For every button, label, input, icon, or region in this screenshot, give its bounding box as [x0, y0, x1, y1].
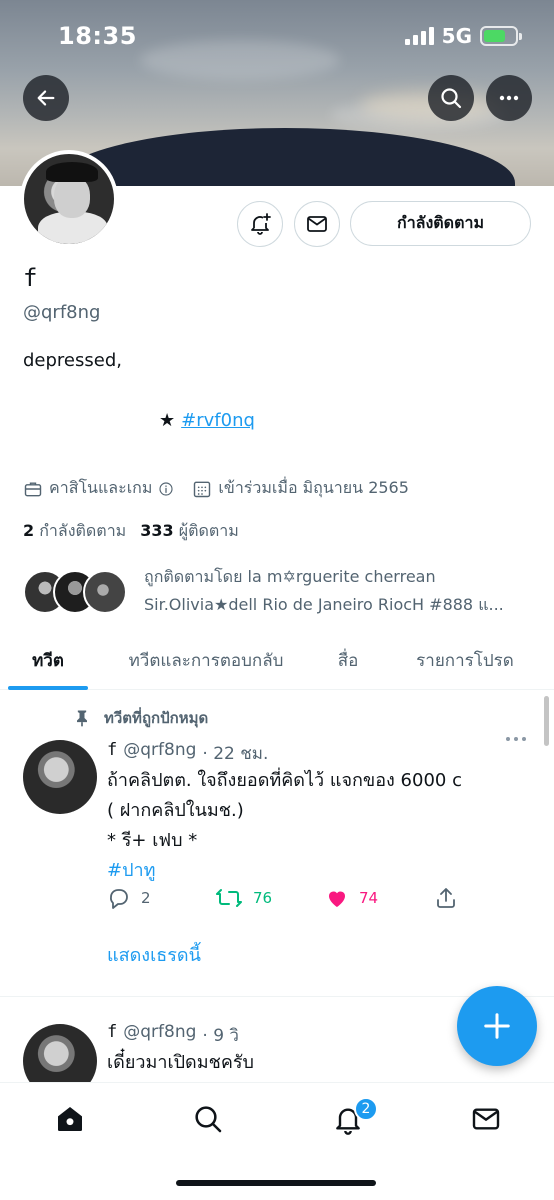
search-button[interactable] — [428, 75, 474, 121]
share-button[interactable] — [434, 886, 458, 910]
tweet-author-handle[interactable]: @qrf8ng — [123, 740, 196, 767]
tweet-time: · 22 ชม. — [202, 744, 269, 764]
profile-name: f — [23, 264, 38, 292]
avatar — [83, 570, 127, 614]
tweet-text: เดี๋ยวมาเปิดมชครับ — [107, 1052, 254, 1073]
calendar-icon — [194, 481, 211, 497]
envelope-icon — [307, 216, 327, 232]
nav-messages[interactable] — [466, 1099, 506, 1139]
tab-likes[interactable]: รายการโปรด — [398, 630, 532, 690]
heart-icon — [329, 891, 345, 907]
back-arrow-icon — [37, 90, 55, 106]
signal-icon — [404, 27, 434, 45]
envelope-icon — [472, 1108, 500, 1130]
more-button[interactable] — [486, 75, 532, 121]
scrollbar[interactable] — [544, 696, 549, 746]
like-count: 74 — [359, 889, 379, 907]
pin-icon — [77, 710, 87, 727]
profile-handle: @qrf8ng — [23, 302, 101, 323]
profile-meta: คาสิโนและเกม เข้าร่วมเมื่อ มิถุนายน 2565 — [23, 476, 409, 501]
home-indicator[interactable] — [176, 1180, 376, 1186]
pinned-label: ทวีตที่ถูกปักหมุด — [104, 709, 209, 727]
banner-dome — [55, 128, 515, 186]
tweet-hashtag[interactable]: #ปาทู — [107, 856, 462, 886]
bell-plus-icon — [251, 213, 271, 235]
retweet-count: 76 — [253, 889, 273, 907]
followers-count-link[interactable]: 333 ผู้ติดตาม — [140, 519, 239, 544]
message-button[interactable] — [294, 201, 340, 247]
compose-tweet-button[interactable] — [457, 986, 537, 1066]
profile-bio: depressed, — [23, 350, 122, 371]
retweet-icon — [216, 889, 242, 907]
bio-hashtag-line: ★ #rvf0nq — [159, 410, 255, 431]
profile-avatar[interactable] — [20, 150, 118, 248]
show-thread-link[interactable]: แสดงเธรดนี้ — [107, 940, 201, 969]
status-time: 18:35 — [58, 22, 137, 50]
plus-icon — [484, 1013, 510, 1039]
share-icon — [437, 888, 455, 908]
nav-home[interactable] — [50, 1099, 90, 1139]
retweet-button[interactable]: 76 — [215, 886, 272, 910]
tweet-author-name[interactable]: f — [107, 740, 117, 767]
following-button[interactable]: กำลังติดตาม — [350, 201, 531, 246]
profile-tabs: ทวีต ทวีตและการตอบกลับ สื่อ รายการโปรด — [0, 630, 554, 690]
tweet-avatar[interactable] — [23, 740, 97, 814]
more-icon — [499, 95, 519, 101]
nav-search[interactable] — [188, 1099, 228, 1139]
tweet-author-handle[interactable]: @qrf8ng — [123, 1022, 196, 1049]
followed-by-text[interactable]: ถูกติดตามโดย la m✡rguerite cherrean Sir.… — [144, 563, 524, 619]
pinned-label-row: ทวีตที่ถูกปักหมุด — [72, 706, 208, 730]
like-button[interactable]: 74 — [325, 886, 378, 910]
reply-icon — [110, 889, 128, 909]
tweet-header: f @qrf8ng · 9 วิ — [107, 1022, 239, 1049]
briefcase-icon — [24, 481, 42, 496]
network-type: 5G — [441, 24, 472, 48]
category-label: คาสิโนและเกม — [49, 478, 153, 497]
tab-tweets-replies[interactable]: ทวีตและการตอบกลับ — [110, 630, 302, 690]
tweet-more-icon[interactable] — [506, 737, 526, 741]
reply-count: 2 — [141, 889, 151, 907]
bio-star: ★ — [159, 410, 176, 431]
status-indicators: 5G — [404, 24, 522, 48]
tab-media[interactable]: สื่อ — [320, 630, 376, 690]
banner-cloud — [140, 40, 340, 80]
category-item: คาสิโนและเกม — [23, 476, 174, 501]
back-button[interactable] — [23, 75, 69, 121]
notifications-badge: 2 — [354, 1097, 378, 1121]
joined-item: เข้าร่วมเมื่อ มิถุนายน 2565 — [192, 476, 409, 501]
search-icon — [195, 1106, 222, 1133]
info-icon[interactable] — [158, 481, 174, 497]
tweet-actions: 2 76 74 — [107, 886, 467, 916]
joined-label: เข้าร่วมเมื่อ มิถุนายน 2565 — [218, 478, 409, 497]
battery-icon — [480, 26, 522, 46]
bio-hashtag-link[interactable]: #rvf0nq — [181, 410, 255, 431]
tweet-time: · 9 วิ — [202, 1026, 239, 1046]
tab-tweets[interactable]: ทวีต — [8, 630, 88, 690]
reply-button[interactable]: 2 — [107, 886, 151, 910]
tweet-header: f @qrf8ng · 22 ชม. — [107, 740, 268, 767]
following-count-link[interactable]: 2 กำลังติดตาม — [23, 519, 126, 544]
follow-counts: 2 กำลังติดตาม 333 ผู้ติดตาม — [23, 519, 239, 544]
home-icon — [58, 1107, 82, 1131]
tweet-author-name[interactable]: f — [107, 1022, 117, 1049]
search-icon — [441, 88, 462, 109]
tweet-text: ถ้าคลิปตต. ใจถึงยอดที่คิดไว้ แจกของ 6000… — [107, 766, 462, 886]
notify-button[interactable] — [237, 201, 283, 247]
